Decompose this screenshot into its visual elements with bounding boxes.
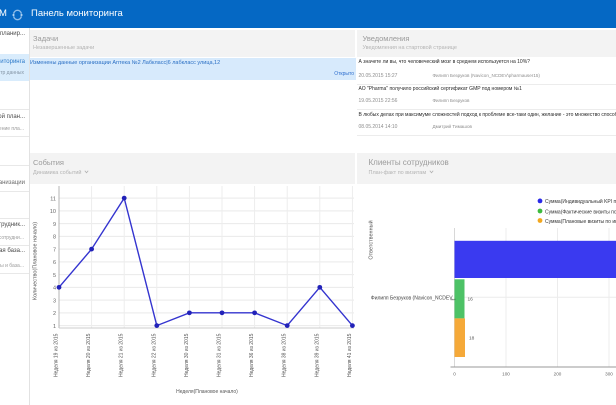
svg-text:5: 5 <box>53 273 56 279</box>
svg-text:Неделя(Плановое начало): Неделя(Плановое начало) <box>176 389 238 395</box>
svg-text:16: 16 <box>467 297 473 303</box>
svg-text:7: 7 <box>53 248 56 254</box>
svg-text:Сумма(Индивидуальный KPI посещ: Сумма(Индивидуальный KPI посещений) <box>545 198 616 205</box>
svg-text:Неделя 20 из 2015: Неделя 20 из 2015 <box>86 333 92 377</box>
svg-text:Ответственный: Ответственный <box>367 220 374 259</box>
svg-text:3: 3 <box>53 299 56 305</box>
svg-text:Неделя 36 из 2015: Неделя 36 из 2015 <box>249 333 255 377</box>
svg-text:Неделя 38 из 2015: Неделя 38 из 2015 <box>282 333 288 377</box>
svg-text:Неделя 41 из 2015: Неделя 41 из 2015 <box>347 333 353 377</box>
svg-text:0: 0 <box>453 372 456 377</box>
svg-text:6: 6 <box>53 260 56 266</box>
svg-text:Неделя 31 из 2015: Неделя 31 из 2015 <box>217 333 223 377</box>
svg-text:2: 2 <box>53 311 56 317</box>
svg-text:9: 9 <box>53 222 56 228</box>
svg-text:Неделя 22 из 2015: Неделя 22 из 2015 <box>151 333 157 377</box>
svg-text:8: 8 <box>53 235 56 241</box>
svg-text:Неделя 30 из 2015: Неделя 30 из 2015 <box>184 333 190 377</box>
svg-text:1: 1 <box>53 324 56 330</box>
svg-text:200: 200 <box>553 372 561 377</box>
svg-text:11: 11 <box>50 197 56 203</box>
svg-text:Неделя 21 из 2015: Неделя 21 из 2015 <box>119 333 125 377</box>
svg-text:Сумма(Плановые визиты по инд.): Сумма(Плановые визиты по инд.) <box>545 219 616 225</box>
svg-text:4: 4 <box>53 286 56 292</box>
svg-text:300: 300 <box>605 372 613 377</box>
svg-text:Неделя 39 из 2015: Неделя 39 из 2015 <box>314 333 320 377</box>
svg-text:Сумма(Фактические визиты по ин: Сумма(Фактические визиты по инд.) <box>545 209 616 215</box>
svg-text:Филипп Безруков (Navicon_NCDEV: Филипп Безруков (Navicon_NCDEV... <box>370 296 455 302</box>
svg-text:Количество(Плановое начало): Количество(Плановое начало) <box>33 222 39 300</box>
svg-text:10: 10 <box>50 209 56 215</box>
svg-text:18: 18 <box>469 336 475 342</box>
svg-text:100: 100 <box>502 372 510 377</box>
svg-text:Неделя 19 из 2015: Неделя 19 из 2015 <box>54 333 60 377</box>
